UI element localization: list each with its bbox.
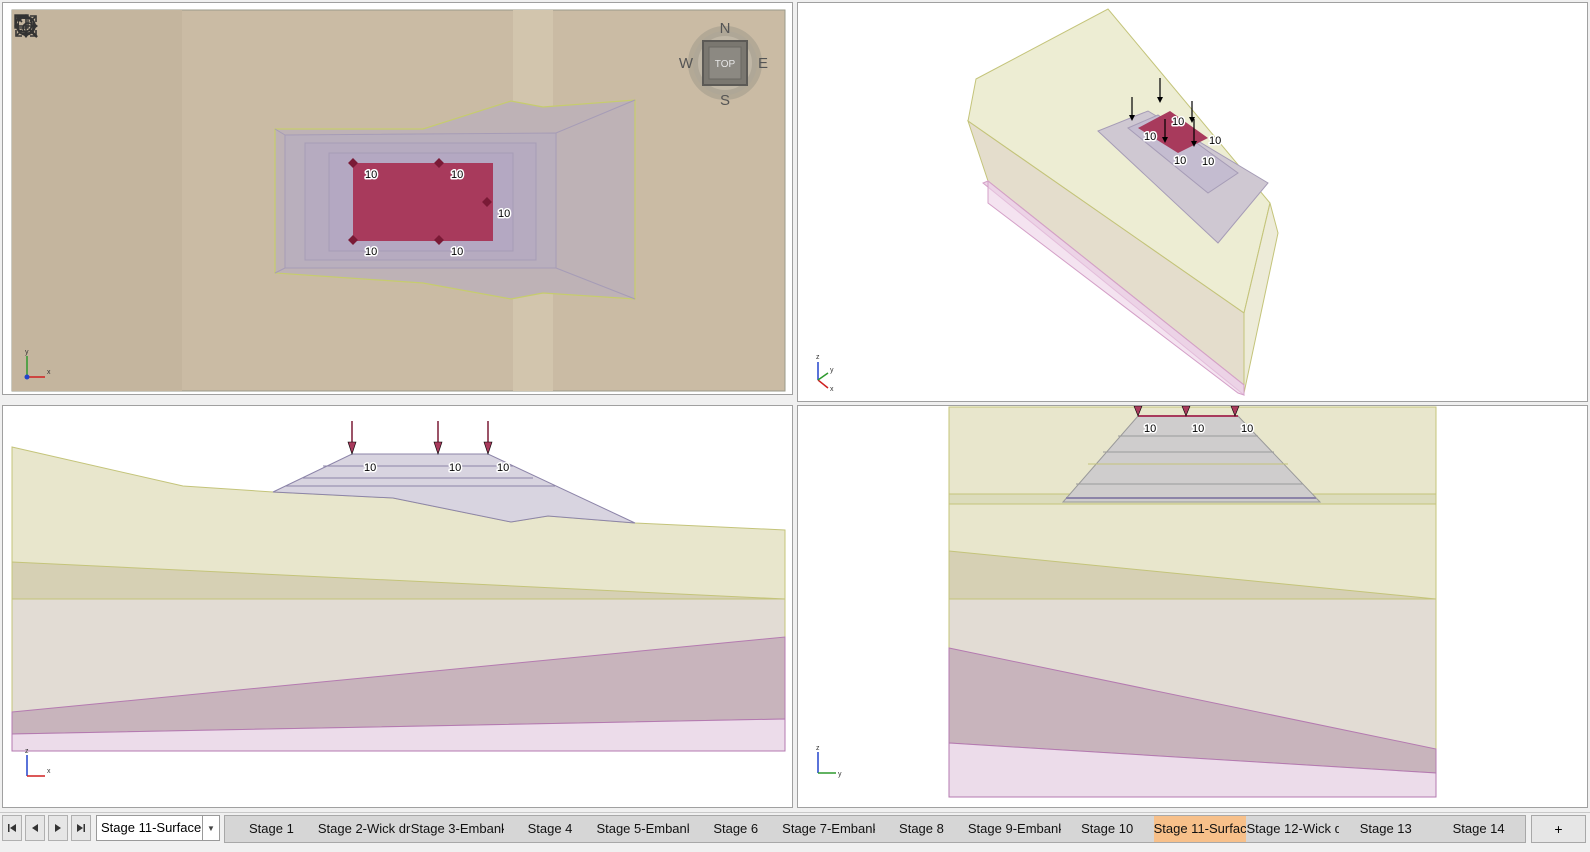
first-stage-button[interactable] <box>2 815 22 841</box>
stage-tab[interactable]: Stage 12-Wick d <box>1246 816 1339 842</box>
load-value-label: 10 <box>497 462 509 474</box>
next-stage-button[interactable] <box>48 815 68 841</box>
load-arrow-head <box>433 441 443 455</box>
pan-icon[interactable] <box>13 14 41 117</box>
prev-icon <box>32 824 38 832</box>
stage-tab[interactable]: Stage 5-Embank <box>596 816 689 842</box>
compass-top-label[interactable]: TOP <box>715 59 736 70</box>
front-view-canvas[interactable]: 10 10 10 z x <box>3 406 793 808</box>
stage-tab[interactable]: Stage 10 <box>1061 816 1154 842</box>
axis-z-label: z <box>25 748 29 755</box>
load-value-label: 10 <box>1209 135 1221 147</box>
rotate-icon[interactable] <box>13 15 41 154</box>
stage-tab[interactable]: Stage 9-Embank <box>968 816 1061 842</box>
last-icon <box>77 824 85 832</box>
load-value-label: 10 <box>1241 423 1253 435</box>
axis-z-label: z <box>816 745 820 752</box>
zoom-icon[interactable] <box>13 15 41 80</box>
load-value-label: 10 <box>1172 116 1184 128</box>
side-axis-triad: z y <box>816 745 842 778</box>
load-arrow-head <box>483 441 493 455</box>
plan-view-canvas[interactable]: 10 10 10 10 10 y x TOP N S W E <box>3 3 793 395</box>
stage-tab[interactable]: Stage 2-Wick dra <box>318 816 411 842</box>
load-value-label: 10 <box>498 208 510 220</box>
axis-x-label: x <box>830 386 834 393</box>
load-arrow-head <box>347 441 357 455</box>
load-value-label: 10 <box>1144 423 1156 435</box>
iso-view-canvas[interactable]: 10 10 10 10 10 z x y <box>798 3 1588 402</box>
load-value-label: 10 <box>364 462 376 474</box>
stage-tab[interactable]: Stage 11-Surface <box>1153 816 1247 842</box>
front-axis-triad: z x <box>25 748 51 777</box>
side-view-canvas[interactable]: 10 10 10 z y <box>798 406 1588 808</box>
compass-e-label: E <box>758 55 768 72</box>
next-icon <box>55 824 61 832</box>
compass-w-label: W <box>679 55 694 72</box>
load-value-label: 10 <box>365 246 377 258</box>
stage-tab[interactable]: Stage 6 <box>689 816 782 842</box>
load-value-label: 10 <box>449 462 461 474</box>
compass-s-label: S <box>720 92 730 109</box>
stage-tab[interactable]: Stage 14 <box>1432 816 1525 842</box>
stage-select-dropdown[interactable]: ▼ <box>202 815 220 841</box>
axis-y-label: y <box>838 771 842 778</box>
stage-tab[interactable]: Stage 3-Embank <box>411 816 504 842</box>
view-toolbar <box>13 13 41 198</box>
plan-viewport[interactable]: 10 10 10 10 10 y x TOP N S W E <box>2 2 793 395</box>
stage-tab[interactable]: Stage 7-Embank <box>782 816 875 842</box>
load-value-label: 10 <box>451 169 463 181</box>
side-viewport[interactable]: 10 10 10 z y <box>797 405 1588 808</box>
stage-tab[interactable]: Stage 1 <box>225 816 318 842</box>
first-icon <box>8 824 16 832</box>
stage-tabs: Stage 1 Stage 2-Wick dra Stage 3-Embank Sta… <box>224 815 1526 843</box>
add-stage-button[interactable]: + <box>1531 815 1586 843</box>
load-value-label: 10 <box>451 246 463 258</box>
last-stage-button[interactable] <box>71 815 91 841</box>
axis-z-label: z <box>816 354 820 361</box>
front-viewport[interactable]: 10 10 10 z x <box>2 405 793 808</box>
stage-tab[interactable]: Stage 13 <box>1339 816 1432 842</box>
load-value-label: 10 <box>1202 156 1214 168</box>
load-value-label: 10 <box>365 169 377 181</box>
chevron-down-icon: ▼ <box>207 823 215 833</box>
compass-n-label: N <box>720 20 731 37</box>
load-value-label: 10 <box>1144 131 1156 143</box>
axis-x-label: x <box>47 768 51 775</box>
prev-stage-button[interactable] <box>25 815 45 841</box>
stage-tab[interactable]: Stage 4 <box>504 816 597 842</box>
iso-axis-triad: z x y <box>816 354 834 393</box>
stage-tab[interactable]: Stage 8 <box>875 816 968 842</box>
axis-y-label: y <box>830 367 834 374</box>
load-value-label: 10 <box>1192 423 1204 435</box>
axis-y-label: y <box>25 349 29 356</box>
zoom-extents-icon[interactable] <box>13 15 41 191</box>
load-value-label: 10 <box>1174 155 1186 167</box>
axis-x-label: x <box>47 369 51 376</box>
iso-viewport[interactable]: 10 10 10 10 10 z x y <box>797 2 1588 402</box>
